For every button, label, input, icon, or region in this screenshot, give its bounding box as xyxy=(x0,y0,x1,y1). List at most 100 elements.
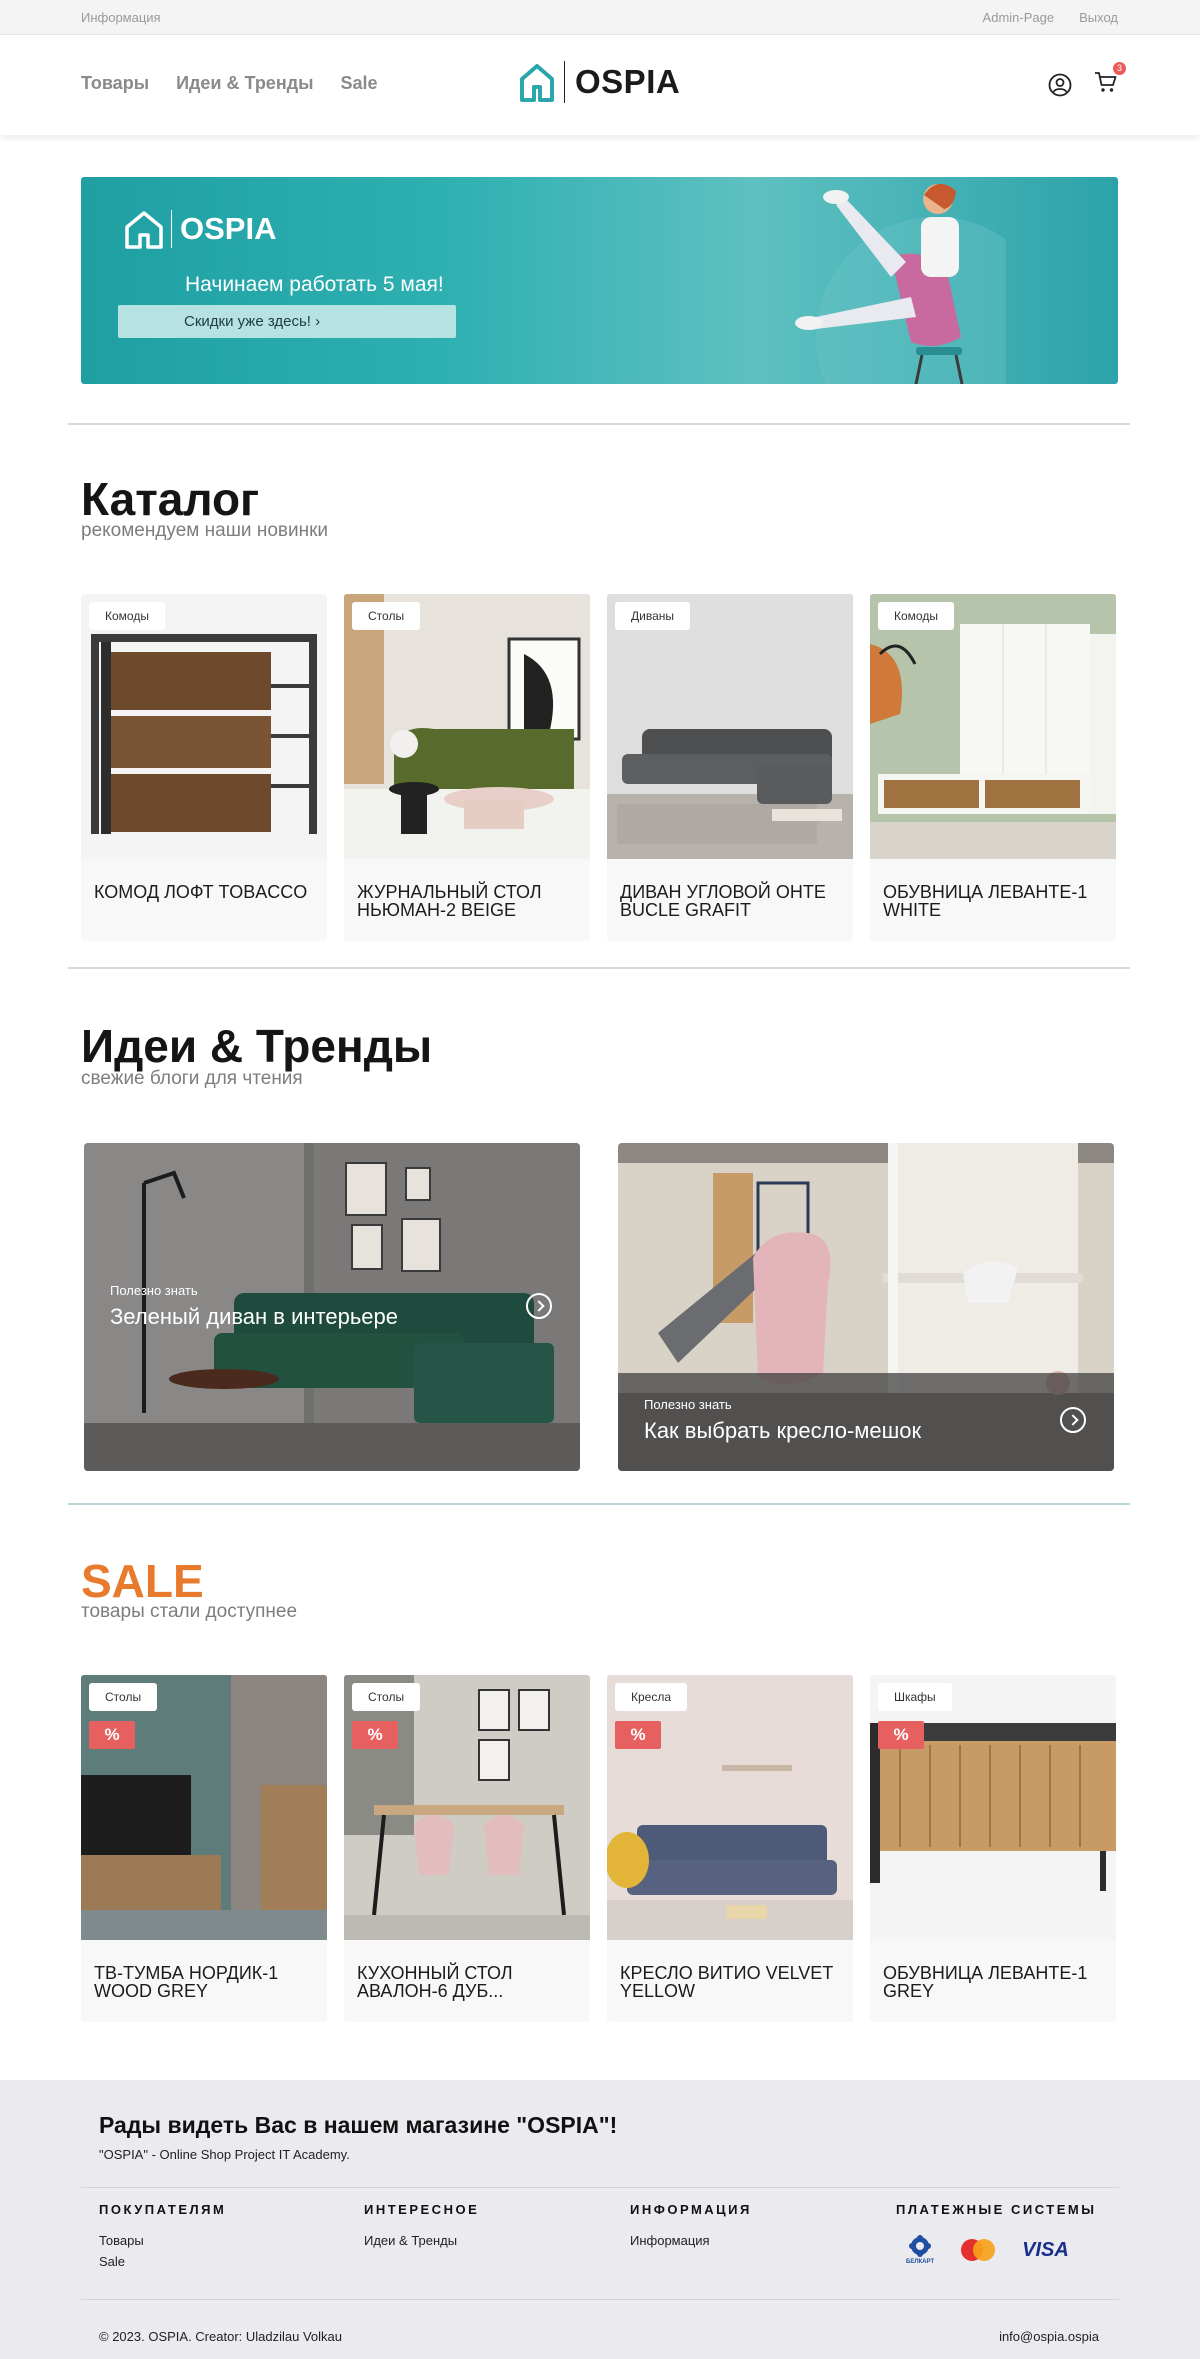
belkart-logo: БЕЛКАРТ xyxy=(906,2235,934,2265)
discount-badge: % xyxy=(615,1721,661,1749)
admin-page-link[interactable]: Admin-Page xyxy=(983,10,1055,25)
main-nav: Товары Идеи & Тренды Sale xyxy=(81,73,378,94)
category-tag: Шкафы xyxy=(878,1683,952,1711)
top-bar: Информация Admin-Page Выход xyxy=(0,0,1200,35)
footer-link-ideas[interactable]: Идеи & Тренды xyxy=(364,2233,479,2248)
blog-label: Полезно знать xyxy=(644,1397,732,1412)
product-card[interactable]: Комоды КОМОД ЛОФТ TOBACCO xyxy=(81,594,327,941)
logo[interactable]: OSPIA xyxy=(518,61,680,103)
nav-ideas-trends[interactable]: Идеи & Тренды xyxy=(176,73,313,94)
chevron-right-icon[interactable] xyxy=(1060,1407,1086,1433)
product-name: КУХОННЫЙ СТОЛ АВАЛОН-6 ДУБ... xyxy=(357,1963,513,2001)
visa-logo: VISA xyxy=(1022,2238,1069,2261)
footer-col-buyers: ПОКУПАТЕЛЯМ Товары Sale xyxy=(99,2202,226,2275)
category-tag: Комоды xyxy=(878,602,954,630)
banner-logo: OSPIA xyxy=(123,209,276,249)
sale-product-card[interactable]: Столы % КУХОННЫЙ СТОЛ АВАЛОН-6 ДУБ... xyxy=(344,1675,590,2022)
product-card[interactable]: Комоды ОБУВНИЦА ЛЕВАНТЕ-1 WHITE xyxy=(870,594,1116,941)
footer-heading: ПОКУПАТЕЛЯМ xyxy=(99,2202,227,2217)
mastercard-icon xyxy=(961,2239,996,2261)
banner-discount-button[interactable]: Скидки уже здесь! › xyxy=(118,305,456,338)
ideas-title: Идеи & Тренды xyxy=(81,1020,433,1072)
dresser-image xyxy=(91,634,317,834)
header: Товары Идеи & Тренды Sale OSPIA 3 xyxy=(0,35,1200,135)
footer-link-sale[interactable]: Sale xyxy=(99,2254,226,2269)
armchair-image xyxy=(607,1675,853,1940)
sale-title: SALE xyxy=(81,1555,204,1607)
house-logo-icon xyxy=(125,211,163,249)
footer-col-interesting: ИНТЕРЕСНОЕ Идеи & Тренды xyxy=(364,2202,479,2254)
top-bar-right: Admin-Page Выход xyxy=(983,10,1118,25)
category-tag: Столы xyxy=(352,1683,421,1711)
info-link[interactable]: Информация xyxy=(81,10,161,25)
product-card[interactable]: Диваны ДИВАН УГЛОВОЙ ОНТЕ BUCLE GRAFIT xyxy=(607,594,853,941)
product-name: КОМОД ЛОФТ TOBACCO xyxy=(94,882,308,902)
catalog-title: Каталог xyxy=(81,473,260,525)
footer-divider xyxy=(81,2187,1119,2188)
shoe-cabinet-grey-image xyxy=(870,1675,1116,1940)
product-card[interactable]: Столы ЖУРНАЛЬНЫЙ СТОЛ НЬЮМАН-2 BEIGE xyxy=(344,594,590,941)
category-tag: Столы xyxy=(89,1683,158,1711)
logout-link[interactable]: Выход xyxy=(1079,10,1118,25)
product-image: Диваны xyxy=(607,594,853,859)
coffee-table-image xyxy=(344,594,590,859)
product-name: КРЕСЛО ВИТИО VELVET YELLOW xyxy=(620,1963,833,2001)
payment-logos: БЕЛКАРТ VISA xyxy=(906,2235,1069,2265)
discount-badge: % xyxy=(89,1721,135,1749)
product-image: Шкафы % xyxy=(870,1675,1116,1940)
tv-stand-image xyxy=(81,1675,327,1940)
category-tag: Комоды xyxy=(89,602,165,630)
footer-subtitle: "OSPIA" - Online Shop Project IT Academy… xyxy=(99,2147,350,2162)
blog-title: Зеленый диван в интерьере xyxy=(110,1304,398,1329)
chevron-right-icon[interactable] xyxy=(526,1293,552,1319)
belkart-icon xyxy=(909,2235,932,2257)
blog-title: Как выбрать кресло-мешок xyxy=(644,1418,922,1443)
category-tag: Кресла xyxy=(615,1683,688,1711)
nav-products[interactable]: Товары xyxy=(81,73,149,94)
user-icon[interactable] xyxy=(1048,73,1072,97)
footer-heading: ИНТЕРЕСНОЕ xyxy=(364,2202,480,2217)
product-image: Столы % xyxy=(81,1675,327,1940)
banner-logo-separator xyxy=(171,210,172,248)
product-name: ОБУВНИЦА ЛЕВАНТЕ-1 WHITE xyxy=(883,882,1088,920)
blog-label: Полезно знать xyxy=(110,1283,198,1298)
sale-product-card[interactable]: Кресла % КРЕСЛО ВИТИО VELVET YELLOW xyxy=(607,1675,853,2022)
house-logo-icon xyxy=(520,64,554,102)
header-icons: 3 xyxy=(1048,62,1126,99)
sofa-image xyxy=(607,594,853,859)
product-image: Комоды xyxy=(81,594,327,859)
banner-logo-text: OSPIA xyxy=(180,211,277,246)
belkart-label: БЕЛКАРТ xyxy=(906,2259,935,2265)
footer-link-products[interactable]: Товары xyxy=(99,2233,226,2248)
shoe-cabinet-image xyxy=(870,594,1116,859)
product-image: Кресла % xyxy=(607,1675,853,1940)
section-divider xyxy=(68,423,1130,425)
banner-title: Начинаем работать 5 мая! xyxy=(185,273,444,296)
blog-card[interactable]: Полезно знать Как выбрать кресло-мешок xyxy=(618,1143,1114,1471)
footer-col-payment: ПЛАТЕЖНЫЕ СИСТЕМЫ xyxy=(896,2202,1096,2233)
product-image: Столы % xyxy=(344,1675,590,1940)
sale-subtitle: товары стали доступнее xyxy=(81,1601,298,1622)
footer-link-info[interactable]: Информация xyxy=(630,2233,752,2248)
discount-badge: % xyxy=(352,1721,398,1749)
ideas-subtitle: свежие блоги для чтения xyxy=(81,1068,303,1089)
promo-banner[interactable]: OSPIA Начинаем работать 5 мая! Скидки уж… xyxy=(81,177,1118,384)
category-tag: Столы xyxy=(352,602,421,630)
product-image: Комоды xyxy=(870,594,1116,859)
logo-separator xyxy=(564,61,565,103)
cart-button[interactable]: 3 xyxy=(1094,62,1126,99)
footer-email-link[interactable]: info@ospia.ospia xyxy=(999,2329,1099,2344)
copyright: © 2023. OSPIA. Creator: Uladzilau Volkau xyxy=(99,2329,342,2344)
sale-product-card[interactable]: Шкафы % ОБУВНИЦА ЛЕВАНТЕ-1 GREY xyxy=(870,1675,1116,2022)
product-name: ДИВАН УГЛОВОЙ ОНТЕ BUCLE GRAFIT xyxy=(620,882,826,920)
product-name: ТВ-ТУМБА НОРДИК-1 WOOD GREY xyxy=(94,1963,279,2001)
blog-card[interactable]: Полезно знать Зеленый диван в интерьере xyxy=(84,1143,580,1471)
logo-text: OSPIA xyxy=(575,63,681,100)
kitchen-table-image xyxy=(344,1675,590,1940)
footer-heading: ИНФОРМАЦИЯ xyxy=(630,2202,752,2217)
footer-col-info: ИНФОРМАЦИЯ Информация xyxy=(630,2202,752,2254)
catalog-grid: Комоды КОМОД ЛОФТ TOBACCO Столы ЖУРНАЛЬН… xyxy=(81,594,1116,941)
nav-sale[interactable]: Sale xyxy=(341,73,378,94)
footer-heading: ПЛАТЕЖНЫЕ СИСТЕМЫ xyxy=(896,2202,1097,2217)
sale-product-card[interactable]: Столы % ТВ-ТУМБА НОРДИК-1 WOOD GREY xyxy=(81,1675,327,2022)
